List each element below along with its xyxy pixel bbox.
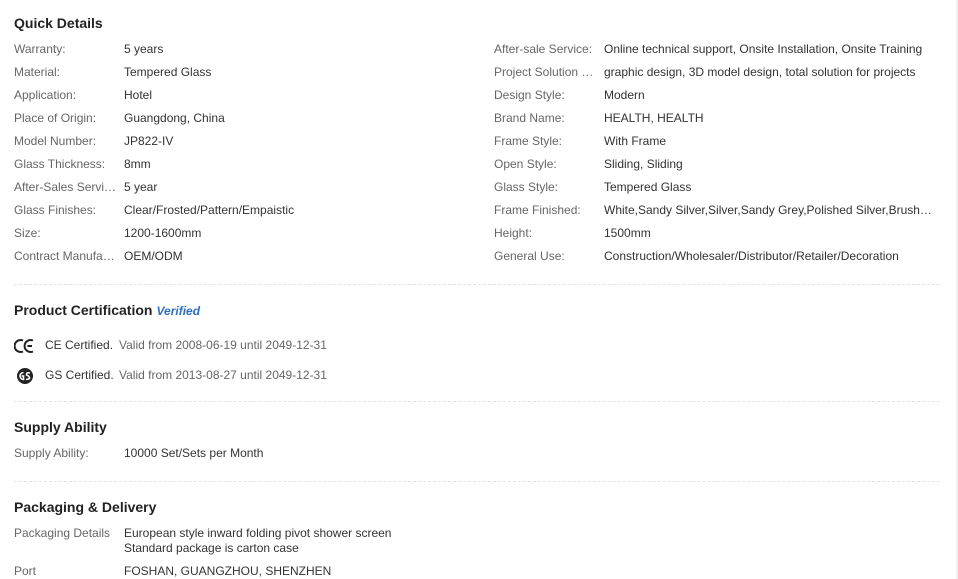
product-certification-title: Product Certification Verified: [14, 302, 200, 318]
cert-name: GS Certified.: [45, 368, 114, 382]
detail-value: 5 years: [124, 42, 164, 56]
detail-label: Frame Style:: [494, 134, 563, 148]
supply-ability-label: Supply Ability:: [14, 446, 89, 460]
detail-value: Modern: [604, 88, 645, 102]
detail-label: Glass Style:: [494, 180, 559, 194]
section-divider: [14, 284, 940, 285]
packaging-details-line2: Standard package is carton case: [124, 541, 299, 555]
detail-value: Clear/Frosted/Pattern/Empaistic: [124, 203, 295, 217]
quick-details-title: Quick Details: [14, 15, 103, 31]
supply-ability-value: 10000 Set/Sets per Month: [124, 446, 264, 460]
cert-name: CE Certified.: [45, 338, 114, 352]
packaging-details-row: Packaging Details European style inward …: [14, 525, 940, 557]
gs-mark-icon: [17, 368, 33, 384]
detail-value: Sliding, Sliding: [604, 157, 683, 171]
detail-label: Contract Manufact...: [14, 249, 120, 263]
section-divider: [14, 401, 940, 402]
detail-label: Size:: [14, 226, 41, 240]
packaging-details-line1: European style inward folding pivot show…: [124, 526, 392, 540]
port-label: Port: [14, 564, 37, 578]
detail-value: 8mm: [124, 157, 151, 171]
packaging-details-label: Packaging Details: [14, 526, 111, 540]
detail-value: 1500mm: [604, 226, 651, 240]
detail-value: Construction/Wholesaler/Distributor/Reta…: [604, 249, 899, 263]
detail-label: Brand Name:: [494, 111, 565, 125]
detail-label: Warranty:: [14, 42, 66, 56]
detail-label: Application:: [14, 88, 77, 102]
supply-ability-title: Supply Ability: [14, 419, 107, 435]
detail-value: OEM/ODM: [124, 249, 183, 263]
product-certification-label: Product Certification: [14, 302, 153, 318]
detail-value: Tempered Glass: [124, 65, 212, 79]
section-divider: [14, 481, 940, 482]
detail-label: Open Style:: [494, 157, 557, 171]
detail-label: After-Sales Service:: [14, 180, 120, 194]
detail-value: graphic design, 3D model design, total s…: [604, 65, 916, 79]
detail-label: Frame Finished:: [494, 203, 581, 217]
detail-value: 1200-1600mm: [124, 226, 202, 240]
ce-mark-icon: [14, 339, 34, 353]
detail-value: 5 year: [124, 180, 158, 194]
detail-value: With Frame: [604, 134, 667, 148]
detail-label: Project Solution Ca...: [494, 65, 600, 79]
detail-label: Glass Thickness:: [14, 157, 106, 171]
detail-label: Glass Finishes:: [14, 203, 97, 217]
detail-label: Height:: [494, 226, 533, 240]
detail-label: After-sale Service:: [494, 42, 593, 56]
detail-value: JP822-IV: [124, 134, 174, 148]
cert-validity: Valid from 2008-06-19 until 2049-12-31: [119, 338, 327, 352]
packaging-delivery-title: Packaging & Delivery: [14, 499, 157, 515]
detail-label: General Use:: [494, 249, 565, 263]
port-value: FOSHAN, GUANGZHOU, SHENZHEN: [124, 564, 332, 578]
detail-value: Tempered Glass: [604, 180, 692, 194]
cert-validity: Valid from 2013-08-27 until 2049-12-31: [119, 368, 327, 382]
detail-label: Place of Origin:: [14, 111, 97, 125]
detail-label: Design Style:: [494, 88, 565, 102]
detail-value: HEALTH, HEALTH: [604, 111, 704, 125]
verified-badge[interactable]: Verified: [156, 304, 200, 318]
detail-value: White,Sandy Silver,Silver,Sandy Grey,Pol…: [604, 203, 936, 217]
detail-label: Material:: [14, 65, 61, 79]
detail-value: Hotel: [124, 88, 153, 102]
detail-label: Model Number:: [14, 134, 97, 148]
detail-value: Online technical support, Onsite Install…: [604, 42, 923, 56]
detail-value: Guangdong, China: [124, 111, 225, 125]
